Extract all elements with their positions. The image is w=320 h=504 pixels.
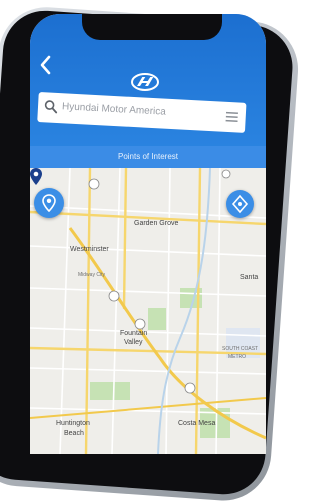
map-label-metro: METRO — [228, 354, 247, 360]
compass-button[interactable] — [226, 190, 254, 218]
map-label-valley: Valley — [124, 339, 143, 346]
phone-screen: Hyundai Motor America Points of Interest — [30, 14, 266, 454]
list-icon[interactable] — [225, 111, 238, 123]
search-input[interactable]: Hyundai Motor America — [37, 92, 247, 133]
location-pin-icon — [42, 194, 56, 213]
map-label-huntington: Huntington — [56, 420, 90, 427]
map-label-beach: Beach — [64, 430, 84, 437]
search-icon — [44, 100, 58, 114]
map-label-midway-city: Midway City — [78, 272, 105, 278]
map-view[interactable]: Garden Grove Westminster Midway City San… — [30, 168, 266, 454]
compass-icon — [231, 194, 249, 214]
chevron-left-icon[interactable] — [38, 54, 54, 76]
hyundai-logo — [131, 73, 159, 91]
map-marker-icon[interactable] — [30, 168, 42, 185]
map-label-westminster: Westminster — [70, 246, 109, 253]
points-of-interest-banner: Points of Interest — [30, 146, 266, 168]
map-label-fountain: Fountain — [120, 330, 148, 337]
location-button[interactable] — [34, 188, 64, 218]
map-label-garden-grove: Garden Grove — [134, 220, 179, 227]
phone-notch — [82, 14, 222, 40]
map-label-costa-mesa: Costa Mesa — [178, 420, 216, 427]
map-label-south-coast: SOUTH COAST — [222, 346, 259, 352]
search-placeholder: Hyundai Motor America — [61, 101, 167, 118]
map-label-santa: Santa — [240, 274, 259, 281]
app-header: Hyundai Motor America — [30, 14, 266, 146]
